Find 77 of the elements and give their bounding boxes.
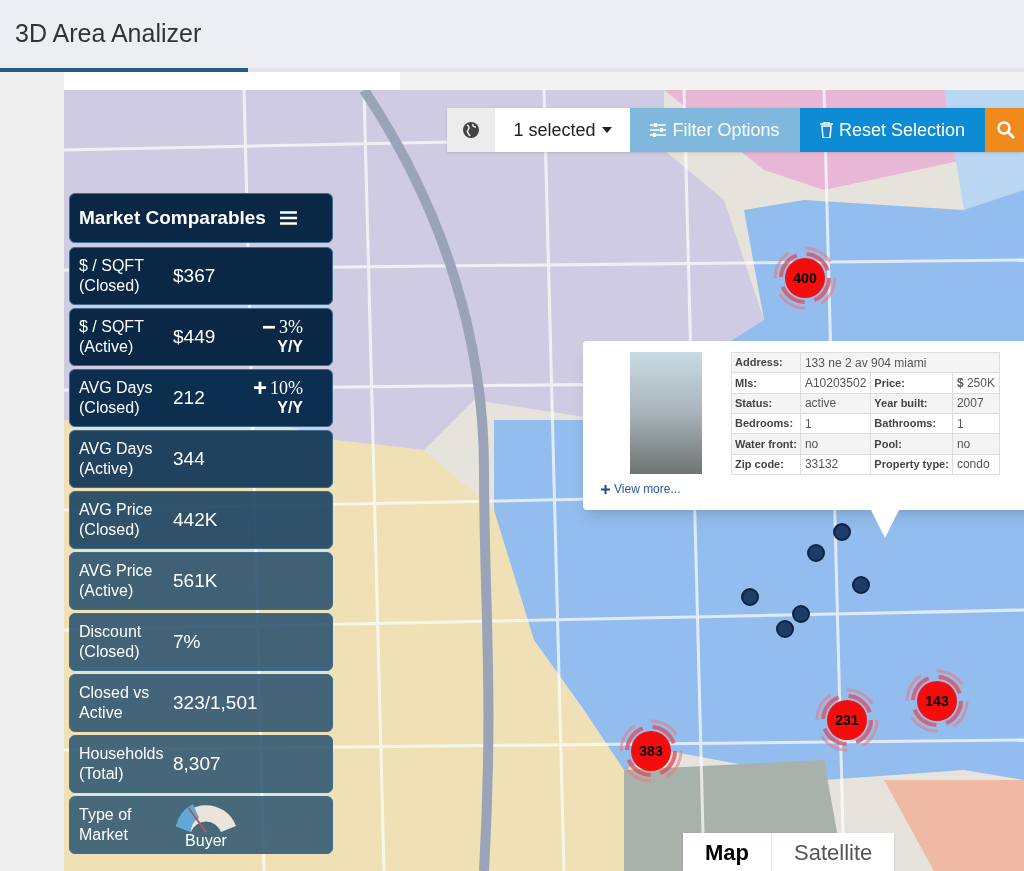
detail-value: active: [800, 393, 871, 414]
stat-sublabel: (Active): [79, 581, 135, 601]
stat-label: AVG Days: [79, 378, 154, 398]
app-title: 3D Area Analizer: [15, 18, 202, 50]
detail-label: Status:: [731, 393, 801, 414]
stat-value: 8,307: [173, 751, 221, 776]
market-panel-title: Market Comparables: [79, 205, 266, 230]
detail-value: 33132: [800, 454, 871, 475]
stat-label: Households: [79, 744, 165, 764]
globe-button[interactable]: [447, 108, 495, 152]
stat-label: AVG Days: [79, 439, 154, 459]
caret-icon: [601, 127, 612, 133]
stat-label: Type of: [79, 805, 133, 825]
stat-value: 344: [173, 446, 205, 471]
reset-selection-button[interactable]: Reset Selection: [800, 108, 985, 152]
stat-value: 442K: [173, 507, 218, 532]
detail-value: $ 250K: [952, 372, 1000, 394]
detail-label: Address:: [731, 352, 801, 373]
stat-value: 323/1,501: [173, 690, 258, 715]
stat-label: Closed vs: [79, 683, 151, 703]
stat-sublabel: (Total): [79, 764, 125, 784]
detail-value: A10203502: [800, 372, 871, 394]
change-period: Y/Y: [277, 337, 303, 357]
detail-label: Price:: [870, 372, 953, 394]
stat-label: AVG Price: [79, 561, 154, 581]
sliders-icon: [650, 123, 667, 137]
stat-sublabel: (Closed): [79, 276, 141, 296]
stat-sublabel: Active: [79, 703, 124, 723]
view-more-link[interactable]: View more...: [601, 480, 731, 498]
change-percent: 10%: [270, 378, 303, 398]
stat-value: 7%: [173, 629, 201, 654]
stat-value: $449: [173, 324, 216, 349]
stat-value: $367: [173, 263, 216, 288]
trash-icon: [819, 122, 833, 138]
stat-sublabel: (Closed): [79, 520, 141, 540]
market-type-label: Buyer: [185, 832, 227, 850]
cluster-marker[interactable]: 400: [773, 246, 837, 310]
detail-value: no: [952, 433, 1000, 455]
detail-label: Year built:: [870, 393, 953, 414]
detail-value: 1: [952, 413, 1000, 434]
stat-value: 212: [173, 385, 205, 410]
stat-sublabel: (Active): [79, 459, 135, 479]
cluster-marker[interactable]: 231: [815, 688, 879, 752]
detail-value: 2007: [952, 393, 1000, 414]
stat-sublabel: (Closed): [79, 642, 141, 662]
detail-label: Bedrooms:: [731, 413, 801, 434]
stat-value: 561K: [173, 568, 218, 593]
map-type-tab[interactable]: Map: [683, 833, 771, 871]
search-icon: [997, 121, 1015, 139]
cluster-marker[interactable]: 143: [905, 669, 969, 733]
stat-label: $ / SQFT: [79, 256, 145, 276]
detail-label: Pool:: [870, 433, 953, 455]
change-period: Y/Y: [277, 398, 303, 418]
map-type-tab[interactable]: Satellite: [771, 833, 895, 871]
plus-icon: [601, 484, 610, 494]
detail-label: Water front:: [731, 433, 801, 455]
cluster-marker[interactable]: 383: [619, 719, 683, 783]
detail-label: Mls:: [731, 372, 801, 394]
detail-label: Zip code:: [731, 454, 801, 475]
detail-value: 1: [800, 413, 871, 434]
stat-sublabel: (Active): [79, 337, 135, 357]
stat-label: $ / SQFT: [79, 317, 145, 337]
detail-value: no: [800, 433, 871, 455]
detail-value: condo: [952, 454, 1000, 475]
stat-label: Discount: [79, 622, 143, 642]
change-sign: +: [253, 378, 267, 398]
detail-value: 133 ne 2 av 904 miami: [800, 352, 1000, 373]
selection-dropdown[interactable]: 1 selected: [495, 108, 630, 152]
menu-icon[interactable]: [279, 211, 297, 225]
stat-sublabel: Market: [79, 825, 129, 845]
change-percent: 3%: [279, 317, 303, 337]
stat-label: AVG Price: [79, 500, 154, 520]
globe-icon: [463, 122, 479, 138]
detail-label: Property type:: [870, 454, 953, 475]
stat-sublabel: (Closed): [79, 398, 141, 418]
change-sign: −: [262, 317, 276, 337]
detail-label: Bathrooms:: [870, 413, 953, 434]
